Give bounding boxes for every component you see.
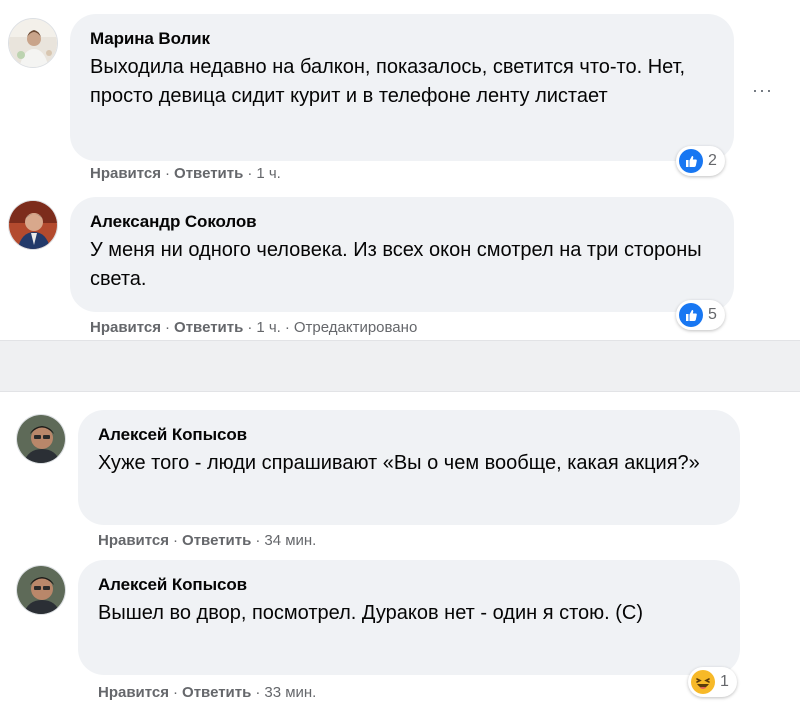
avatar[interactable] xyxy=(16,565,66,615)
edited-label[interactable]: Отредактировано xyxy=(294,319,417,336)
comments-panel-top: Марина Волик Выходила недавно на балкон,… xyxy=(0,0,800,340)
more-options-icon[interactable]: ··· xyxy=(752,80,773,101)
comments-panel-bottom: Алексей Копысов Хуже того - люди спрашив… xyxy=(0,392,800,709)
comment-author[interactable]: Марина Волик xyxy=(90,27,714,51)
comment-meta: Нравится · Ответить · 1 ч. · Отредактировано xyxy=(90,319,418,336)
comment-bubble: Алексей Копысов Хуже того - люди спрашив… xyxy=(78,410,740,525)
like-link[interactable]: Нравится xyxy=(98,532,169,549)
like-link[interactable]: Нравится xyxy=(90,319,161,336)
section-divider xyxy=(0,340,800,392)
comment-time[interactable]: 1 ч. xyxy=(256,319,281,336)
comment-time[interactable]: 1 ч. xyxy=(256,165,281,182)
comment-meta: Нравится · Ответить · 33 мин. xyxy=(98,684,317,701)
reply-link[interactable]: Ответить xyxy=(174,165,243,182)
comment-text: Хуже того - люди спрашивают «Вы о чем во… xyxy=(98,452,700,474)
comment-meta: Нравится · Ответить · 34 мин. xyxy=(98,532,317,549)
avatar[interactable] xyxy=(8,200,58,250)
comment-time[interactable]: 33 мин. xyxy=(264,684,316,701)
like-link[interactable]: Нравится xyxy=(90,165,161,182)
comment-bubble: Алексей Копысов Вышел во двор, посмотрел… xyxy=(78,560,740,675)
comment-text: Выходила недавно на балкон, показалось, … xyxy=(90,56,686,107)
comment-meta: Нравится · Ответить · 1 ч. xyxy=(90,165,281,182)
reply-link[interactable]: Ответить xyxy=(174,319,243,336)
comment-text: У меня ни одного человека. Из всех окон … xyxy=(90,239,702,290)
comment-author[interactable]: Алексей Копысов xyxy=(98,573,720,597)
haha-icon xyxy=(691,670,715,694)
comment-author[interactable]: Александр Соколов xyxy=(90,210,714,234)
like-icon xyxy=(679,303,703,327)
comment-time[interactable]: 34 мин. xyxy=(264,532,316,549)
comment-author[interactable]: Алексей Копысов xyxy=(98,423,720,447)
reaction-count: 2 xyxy=(708,152,717,169)
reaction-badge[interactable]: 2 xyxy=(676,146,725,176)
avatar[interactable] xyxy=(16,414,66,464)
reaction-badge[interactable]: 1 xyxy=(688,667,737,697)
reply-link[interactable]: Ответить xyxy=(182,532,251,549)
like-link[interactable]: Нравится xyxy=(98,684,169,701)
reaction-badge[interactable]: 5 xyxy=(676,300,725,330)
comment-text: Вышел во двор, посмотрел. Дураков нет - … xyxy=(98,602,644,624)
avatar[interactable] xyxy=(8,18,58,68)
like-icon xyxy=(679,149,703,173)
reply-link[interactable]: Ответить xyxy=(182,684,251,701)
reaction-count: 5 xyxy=(708,306,717,323)
comment-bubble: Александр Соколов У меня ни одного челов… xyxy=(70,197,734,312)
reaction-count: 1 xyxy=(720,673,729,690)
comment-bubble: Марина Волик Выходила недавно на балкон,… xyxy=(70,14,734,161)
